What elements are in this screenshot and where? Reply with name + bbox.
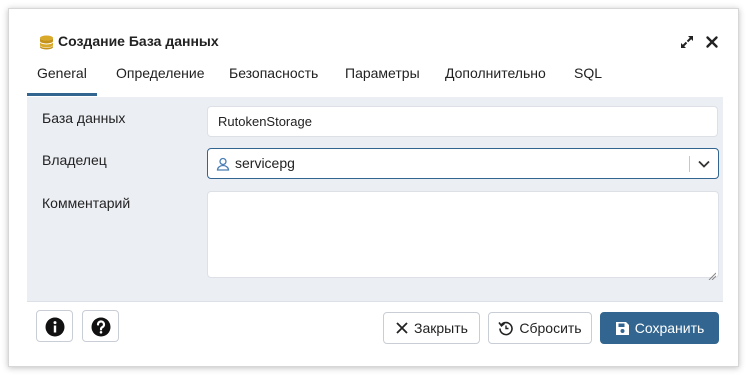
tab-general[interactable]: General: [27, 61, 97, 96]
comment-textarea[interactable]: [207, 191, 719, 281]
reset-icon: [498, 321, 514, 336]
tab-security[interactable]: Безопасность: [219, 61, 328, 96]
expand-icon[interactable]: [679, 34, 695, 50]
close-x-icon: [396, 322, 408, 334]
save-button[interactable]: Сохранить: [600, 312, 719, 344]
close-button[interactable]: Закрыть: [383, 312, 480, 344]
database-icon: [39, 35, 54, 50]
info-icon: [45, 317, 65, 337]
info-button[interactable]: [36, 310, 73, 342]
owner-label: Владелец: [42, 152, 107, 168]
tab-parameters[interactable]: Параметры: [335, 61, 430, 96]
dialog-title: Создание База данных: [58, 33, 219, 49]
chevron-down-icon[interactable]: [697, 157, 711, 171]
general-form: База данных RutokenStorage Владелец serv…: [27, 97, 723, 301]
tab-sql[interactable]: SQL: [564, 61, 612, 96]
comment-label: Комментарий: [42, 195, 131, 211]
database-name-label: База данных: [42, 110, 126, 126]
footer-divider: [27, 301, 723, 302]
close-icon[interactable]: [704, 34, 720, 50]
user-icon: [216, 157, 230, 171]
tab-advanced[interactable]: Дополнительно: [435, 61, 556, 96]
reset-button-label: Сбросить: [519, 320, 582, 336]
dialog-titlebar[interactable]: Создание База данных: [9, 9, 738, 55]
resize-grip-icon[interactable]: [708, 267, 717, 281]
tab-definition[interactable]: Определение: [106, 61, 215, 96]
owner-select[interactable]: servicepg: [207, 148, 719, 179]
save-icon: [615, 321, 629, 335]
owner-select-value: servicepg: [235, 155, 295, 171]
help-icon: [91, 317, 111, 337]
reset-button[interactable]: Сбросить: [488, 312, 592, 344]
select-separator: [689, 156, 690, 172]
help-button[interactable]: [82, 310, 119, 342]
close-button-label: Закрыть: [414, 320, 468, 336]
tab-bar: General Определение Безопасность Парамет…: [27, 61, 723, 98]
save-button-label: Сохранить: [634, 320, 705, 336]
database-name-input[interactable]: RutokenStorage: [207, 106, 718, 137]
create-database-dialog: Создание База данных General Определение…: [8, 8, 739, 367]
